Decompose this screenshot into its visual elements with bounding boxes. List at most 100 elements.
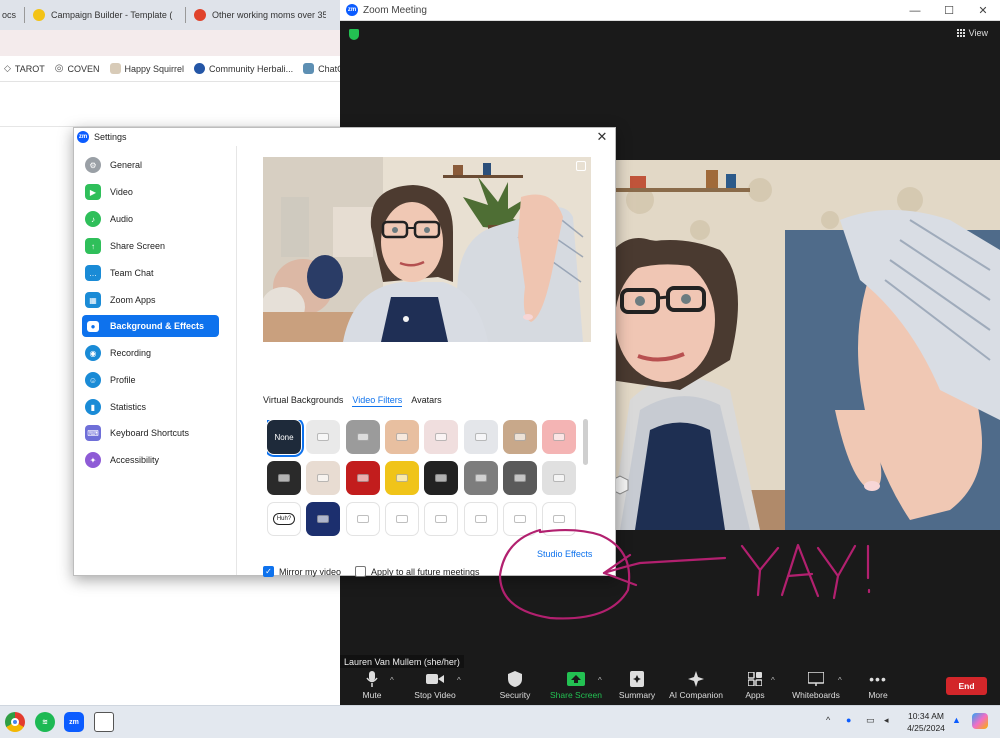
video-filter-sunglasses[interactable] (345, 502, 380, 536)
tab-virtual-backgrounds[interactable]: Virtual Backgrounds (263, 395, 343, 407)
video-filter-theater[interactable] (345, 461, 380, 495)
video-filter-silver[interactable] (463, 420, 498, 454)
stop-video-label: Stop Video (414, 690, 456, 700)
settings-sidebar: ⚙ General ▶ Video ♪ Audio ↑ Share Screen… (74, 146, 237, 575)
notification-bell-icon[interactable]: ▲ (952, 715, 961, 725)
video-filter-pink[interactable] (542, 420, 577, 454)
video-filter-tv-rainbow[interactable] (267, 461, 301, 495)
mirror-video-option[interactable]: ✓ Mirror my video (263, 566, 341, 577)
spotify-icon[interactable]: ≋ (35, 712, 55, 732)
security-button[interactable]: Security (480, 671, 550, 700)
settings-title: Settings (94, 132, 127, 142)
bookmark-item[interactable]: ◎ COVEN (55, 63, 100, 74)
effects-tabs: Virtual Backgrounds Video Filters Avatar… (263, 395, 442, 407)
browser-tab-label: Other working moms over 35 (212, 10, 327, 20)
video-filter-sunflower[interactable] (384, 461, 419, 495)
audio-options-chevron-icon[interactable]: ^ (390, 676, 394, 685)
mute-button[interactable]: Mute (337, 671, 407, 700)
mirror-video-checkbox[interactable]: ✓ (263, 566, 274, 577)
chat-bubble-icon: … (85, 265, 101, 281)
filter-scrollbar[interactable] (583, 419, 588, 539)
globe-icon: ◎ (54, 63, 64, 74)
popout-icon[interactable] (576, 161, 586, 171)
sidebar-item-general[interactable]: ⚙ General (82, 154, 219, 176)
sidebar-item-team-chat[interactable]: … Team Chat (82, 262, 219, 284)
whiteboards-options-chevron-icon[interactable]: ^ (838, 676, 842, 685)
video-filter-cap[interactable] (502, 502, 537, 536)
apps-options-chevron-icon[interactable]: ^ (771, 676, 775, 685)
microphone-icon[interactable]: ● (846, 715, 851, 725)
tab-video-filters[interactable]: Video Filters (352, 395, 403, 407)
close-icon[interactable]: ✕ (594, 129, 610, 145)
scrollbar-thumb[interactable] (583, 419, 588, 465)
snipping-tool-icon[interactable] (94, 712, 114, 732)
apply-future-meetings-checkbox[interactable] (355, 566, 366, 577)
video-filter-peach[interactable] (384, 420, 419, 454)
video-filter-focus-frame[interactable] (463, 461, 498, 495)
desktop: ocs Campaign Builder - Template ( Other … (0, 0, 1000, 738)
video-filter-none[interactable]: None (267, 420, 304, 457)
video-filter-ribbon[interactable] (542, 461, 577, 495)
sidebar-item-audio[interactable]: ♪ Audio (82, 208, 219, 230)
sidebar-item-recording[interactable]: ◉ Recording (82, 342, 219, 364)
video-filter-reindeer[interactable] (306, 461, 341, 495)
video-filter-party-lights[interactable] (306, 502, 341, 536)
video-filter-retro-tv[interactable] (502, 461, 537, 495)
shield-icon (506, 671, 524, 687)
encryption-shield-icon[interactable] (349, 29, 359, 40)
sidebar-item-video[interactable]: ▶ Video (82, 181, 219, 203)
chrome-icon[interactable] (5, 712, 25, 732)
sidebar-item-background-effects[interactable]: ● Background & Effects (82, 315, 219, 337)
browser-tab[interactable]: ocs (0, 0, 24, 30)
sidebar-item-share-screen[interactable]: ↑ Share Screen (82, 235, 219, 257)
chevron-up-icon[interactable]: ^ (826, 715, 830, 725)
end-meeting-button[interactable]: End (946, 677, 987, 695)
zoom-icon[interactable]: zm (64, 712, 84, 732)
video-filter-speech-bubble[interactable]: Huh? (267, 502, 301, 536)
k-logo-icon (194, 63, 206, 74)
mirror-video-label: Mirror my video (279, 566, 342, 577)
apply-future-meetings-option[interactable]: Apply to all future meetings (355, 566, 480, 577)
system-clock[interactable]: 10:34 AM 4/25/2024 (900, 710, 952, 734)
video-filter-film-strip[interactable] (424, 461, 459, 495)
speaker-icon[interactable]: ◂ (884, 715, 889, 726)
filter-thumbnail-icon (513, 474, 526, 482)
whiteboard-icon (807, 671, 825, 687)
bookmark-item[interactable]: Community Herbali... (194, 63, 293, 74)
browser-tab[interactable]: Other working moms over 35 (186, 0, 326, 30)
more-button[interactable]: ••• More (843, 671, 913, 700)
sidebar-item-statistics[interactable]: ▮ Statistics (82, 396, 219, 418)
sidebar-item-zoom-apps[interactable]: ▦ Zoom Apps (82, 289, 219, 311)
address-bar[interactable] (0, 30, 345, 56)
tab-avatars[interactable]: Avatars (411, 395, 441, 407)
bookmark-item[interactable]: ChatGPT (303, 63, 345, 74)
maximize-icon[interactable]: ☐ (932, 0, 966, 21)
video-filter-pink-light[interactable] (424, 420, 459, 454)
display-icon[interactable]: ▭ (866, 715, 875, 726)
sidebar-item-profile[interactable]: ☺ Profile (82, 369, 219, 391)
sidebar-item-accessibility[interactable]: ✦ Accessibility (82, 449, 219, 471)
video-filter-party-hat[interactable] (463, 502, 498, 536)
sidebar-item-keyboard-shortcuts[interactable]: ⌨ Keyboard Shortcuts (82, 422, 219, 444)
video-filter-blush[interactable] (542, 502, 577, 536)
browser-tab[interactable]: Campaign Builder - Template ( (25, 0, 185, 30)
close-icon[interactable]: ✕ (966, 0, 1000, 21)
video-options-chevron-icon[interactable]: ^ (457, 676, 461, 685)
video-filter-halo[interactable] (424, 502, 459, 536)
filter-thumbnail-icon (317, 433, 330, 441)
sidebar-item-label: General (110, 160, 143, 170)
bookmark-item[interactable]: ◇ TAROT (4, 63, 45, 74)
bookmark-label: COVEN (67, 63, 100, 74)
video-filter-tan[interactable] (502, 420, 537, 454)
filter-thumbnail-icon (474, 433, 487, 441)
view-button[interactable]: View (956, 28, 988, 38)
copilot-icon[interactable] (972, 713, 988, 729)
video-filter-sprout[interactable] (384, 502, 419, 536)
minimize-icon[interactable]: — (898, 0, 932, 21)
studio-effects-link[interactable]: Studio Effects (537, 549, 592, 559)
filter-thumbnail-icon (435, 433, 448, 441)
video-filter-light[interactable] (306, 420, 341, 454)
apps-button[interactable]: Apps (720, 671, 790, 700)
bookmark-item[interactable]: Happy Squirrel (109, 63, 184, 74)
video-filter-gray[interactable] (345, 420, 380, 454)
